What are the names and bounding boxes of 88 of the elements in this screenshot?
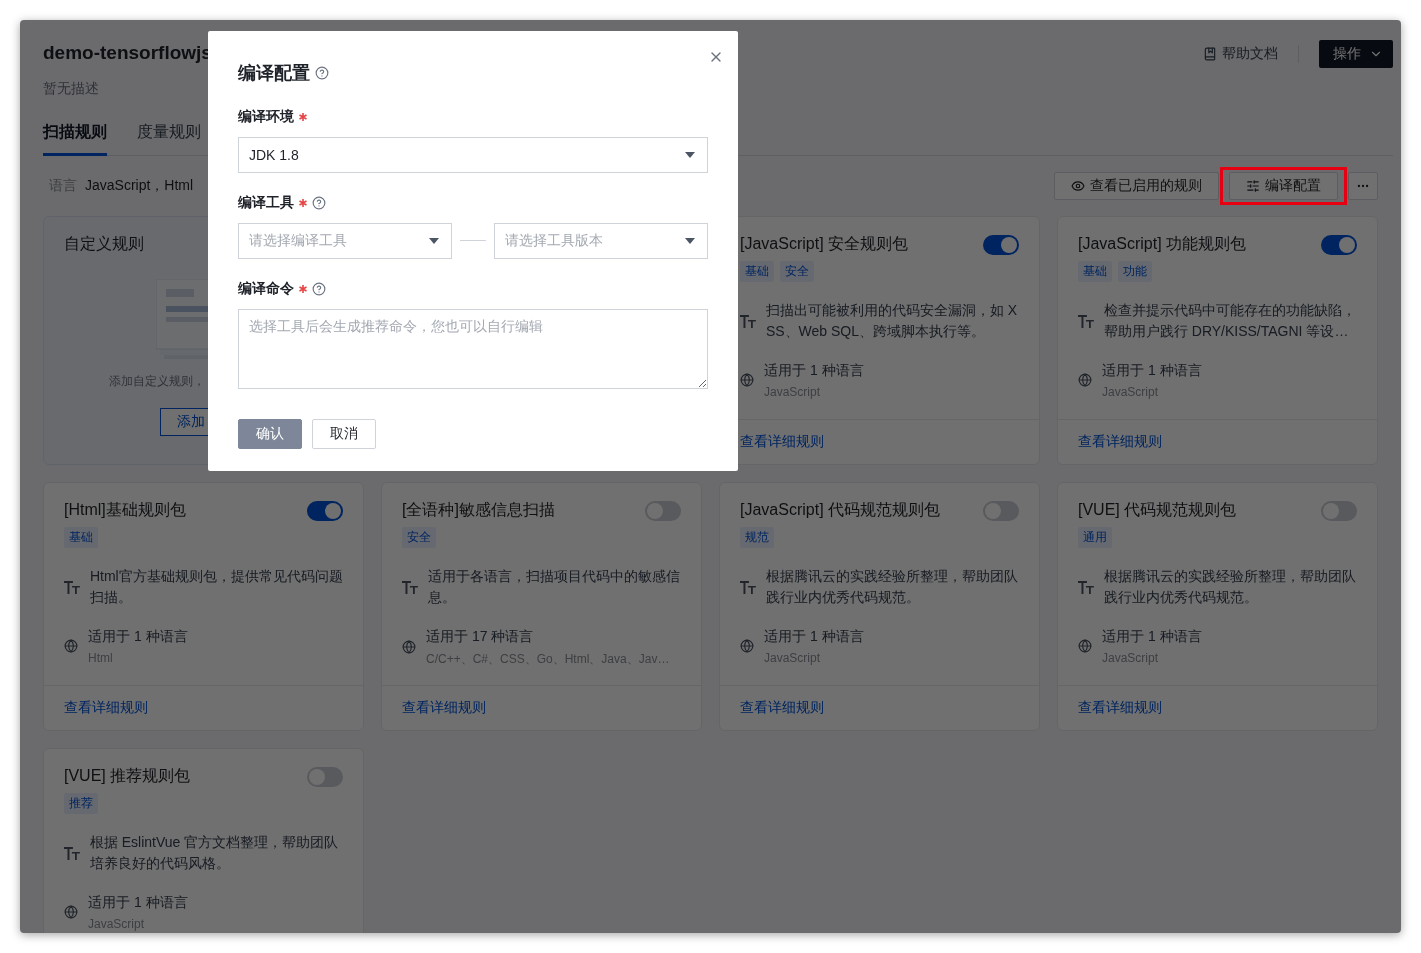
toggle-switch[interactable] bbox=[1321, 234, 1357, 255]
view-enabled-rules-button[interactable]: 查看已启用的规则 bbox=[1054, 172, 1219, 200]
text-type-icon bbox=[64, 580, 80, 594]
toggle-switch[interactable] bbox=[645, 500, 681, 521]
card-title: [全语种]敏感信息扫描 bbox=[402, 500, 555, 520]
toggle-switch[interactable] bbox=[983, 234, 1019, 255]
select-field[interactable]: JDK 1.8 bbox=[238, 137, 708, 173]
globe-icon bbox=[1078, 371, 1092, 388]
required-icon bbox=[299, 285, 307, 293]
dialog-title: 编译配置 bbox=[238, 62, 310, 85]
eye-icon bbox=[1071, 179, 1085, 193]
toggle-switch[interactable] bbox=[983, 500, 1019, 521]
language-count: 适用于 1 种语言 bbox=[88, 627, 189, 646]
compile-config-button[interactable]: 编译配置 bbox=[1229, 172, 1338, 200]
tag: 规范 bbox=[740, 527, 774, 548]
language-count: 适用于 1 种语言 bbox=[764, 627, 865, 646]
select-field[interactable]: 请选择编译工具 bbox=[238, 223, 453, 259]
field-label: 编译环境 bbox=[238, 108, 294, 126]
globe-icon bbox=[402, 639, 416, 655]
tag: 基础 bbox=[1078, 261, 1112, 282]
card-title: [JavaScript] 代码规范规则包 bbox=[740, 500, 941, 520]
caret-icon bbox=[685, 152, 695, 158]
required-icon bbox=[299, 113, 307, 121]
tag: 基础 bbox=[740, 261, 774, 282]
text-type-icon bbox=[1078, 580, 1094, 594]
text-type-icon bbox=[740, 314, 756, 328]
details-link[interactable]: 查看详细规则 bbox=[740, 699, 824, 717]
cancel-button[interactable]: 取消 bbox=[312, 419, 376, 449]
tag: 安全 bbox=[780, 261, 814, 282]
card-description: 检查并提示代码中可能存在的功能缺陷，帮助用户践行 DRY/KISS/TAGNI 等设… bbox=[1103, 301, 1357, 341]
toggle-switch[interactable] bbox=[307, 766, 343, 787]
tag: 基础 bbox=[64, 527, 98, 548]
details-link[interactable]: 查看详细规则 bbox=[1078, 699, 1162, 717]
command-field[interactable]: 选择工具后会生成推荐命令，您也可以自行编辑 bbox=[238, 309, 708, 389]
details-link[interactable]: 查看详细规则 bbox=[1078, 433, 1162, 451]
details-link[interactable]: 查看详细规则 bbox=[402, 699, 486, 717]
card-description: 根据腾讯云的实践经验所整理，帮助团队践行业内优秀代码规范。 bbox=[765, 567, 1019, 607]
sliders-icon bbox=[1246, 179, 1260, 193]
toggle-switch[interactable] bbox=[1321, 500, 1357, 521]
field-label: 编译命令 bbox=[238, 280, 294, 298]
help-docs-link[interactable]: 帮助文档 bbox=[1203, 45, 1299, 63]
tab[interactable]: 度量规则 bbox=[137, 122, 201, 156]
help-icon[interactable] bbox=[312, 196, 326, 210]
details-link[interactable]: 查看详细规则 bbox=[740, 433, 824, 451]
field-label: 编译工具 bbox=[238, 194, 294, 212]
language-value: JavaScript，Html bbox=[85, 177, 194, 195]
card-title: [JavaScript] 安全规则包 bbox=[740, 234, 909, 254]
text-type-icon bbox=[64, 846, 80, 860]
required-icon bbox=[299, 199, 307, 207]
globe-icon bbox=[740, 637, 754, 654]
tag: 功能 bbox=[1118, 261, 1152, 282]
language-count: 适用于 1 种语言 bbox=[764, 361, 865, 380]
language-count: 适用于 17 种语言 bbox=[426, 627, 535, 646]
project-description: 暂无描述 bbox=[43, 80, 100, 98]
caret-icon bbox=[685, 238, 695, 244]
caret-icon bbox=[429, 238, 440, 244]
tag: 安全 bbox=[402, 527, 436, 548]
select-field[interactable]: 请选择工具版本 bbox=[493, 223, 708, 259]
card-description: 适用于各语言，扫描项目代码中的敏感信息。 bbox=[427, 567, 681, 607]
card-title: [Html]基础规则包 bbox=[64, 500, 186, 520]
language-count: 适用于 1 种语言 bbox=[1102, 361, 1203, 380]
help-icon[interactable] bbox=[315, 66, 329, 80]
card-description: 根据腾讯云的实践经验所整理，帮助团队践行业内优秀代码规范。 bbox=[1103, 567, 1357, 607]
language-count: 适用于 1 种语言 bbox=[1102, 627, 1203, 646]
project-title: demo-tensorflowjs bbox=[43, 42, 212, 65]
card-description: 根据 EslintVue 官方文档整理，帮助团队培养良好的代码风格。 bbox=[89, 833, 340, 873]
tag: 通用 bbox=[1078, 527, 1112, 548]
card-title: [JavaScript] 功能规则包 bbox=[1078, 234, 1247, 254]
help-icon[interactable] bbox=[312, 282, 326, 296]
card-title: 自定义规则 bbox=[64, 234, 144, 254]
globe-icon bbox=[740, 371, 754, 388]
globe-icon bbox=[64, 903, 78, 920]
text-type-icon bbox=[1078, 314, 1094, 328]
text-type-icon bbox=[402, 580, 418, 594]
book-icon bbox=[1203, 47, 1217, 61]
card-description: Html官方基础规则包，提供常见代码问题扫描。 bbox=[89, 567, 343, 607]
toggle-switch[interactable] bbox=[307, 500, 343, 521]
tag: 推荐 bbox=[64, 793, 98, 814]
actions-button[interactable]: 操作 bbox=[1319, 40, 1393, 68]
card-title: [VUE] 推荐规则包 bbox=[64, 766, 191, 786]
tab[interactable]: 扫描规则 bbox=[43, 122, 107, 156]
details-link[interactable]: 查看详细规则 bbox=[64, 699, 148, 717]
text-type-icon bbox=[740, 580, 756, 594]
card-title: [VUE] 代码规范规则包 bbox=[1078, 500, 1237, 520]
card-description: 扫描出可能被利用的代码安全漏洞，如 XSS、Web SQL、跨域脚本执行等。 bbox=[765, 301, 1019, 341]
language-count: 适用于 1 种语言 bbox=[88, 893, 189, 912]
globe-icon bbox=[1078, 637, 1092, 654]
globe-icon bbox=[64, 637, 78, 654]
